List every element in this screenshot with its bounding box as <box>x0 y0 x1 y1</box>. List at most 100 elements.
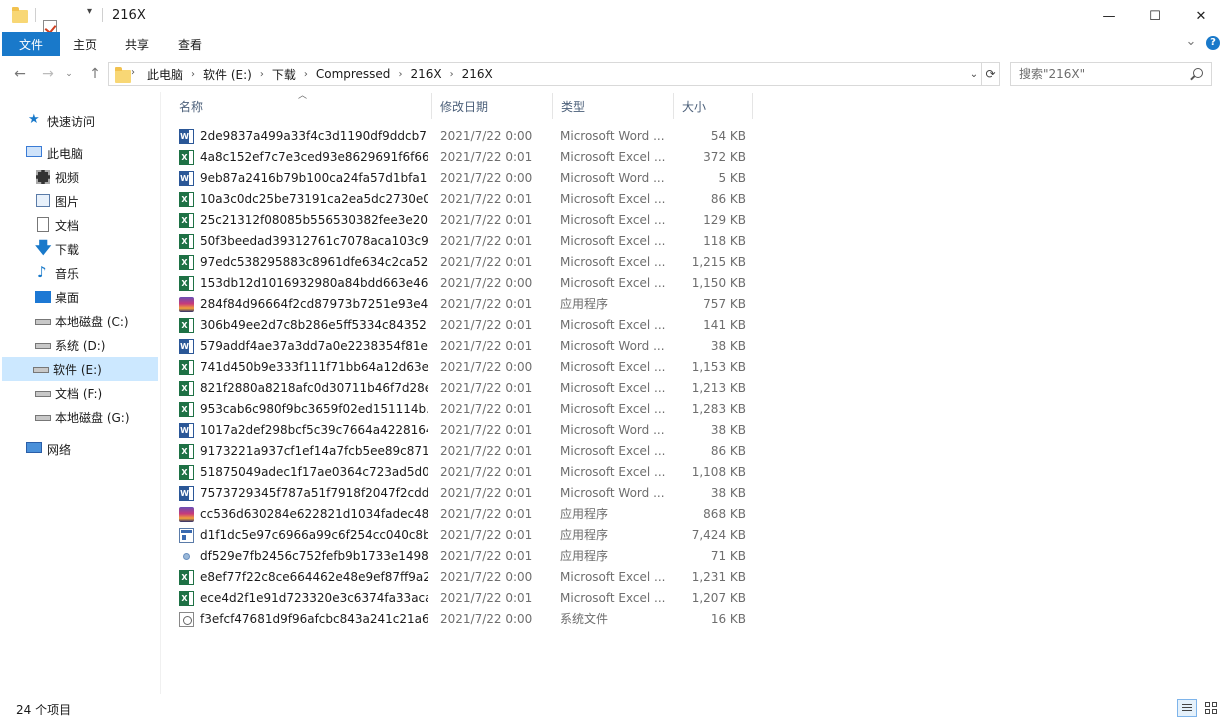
file-size: 141 KB <box>703 318 746 332</box>
tab-file[interactable]: 文件 <box>2 32 60 56</box>
table-row[interactable]: 284f84d96664f2cd87973b7251e93e4... 2021/7… <box>171 294 751 315</box>
column-header-size[interactable]: 大小 <box>674 93 753 119</box>
table-row[interactable]: 2de9837a499a33f4c3d1190df9ddcb7... 2021/7… <box>171 126 751 147</box>
word-document-icon <box>179 129 194 144</box>
tab-view[interactable]: 查看 <box>171 32 209 56</box>
file-name: 9eb87a2416b79b100ca24fa57d1bfa1... <box>200 171 428 185</box>
table-row[interactable]: 1017a2def298bcf5c39c7664a4228164... 2021/… <box>171 420 751 441</box>
desktop-icon <box>35 291 51 303</box>
tab-share[interactable]: 共享 <box>118 32 156 56</box>
excel-document-icon <box>179 465 194 480</box>
tab-home[interactable]: 主页 <box>66 32 104 56</box>
table-row[interactable]: 51875049adec1f17ae0364c723ad5d0... 2021/7… <box>171 462 751 483</box>
large-icons-view-button[interactable] <box>1201 699 1221 717</box>
table-row[interactable]: 306b49ee2d7c8b286e5ff5334c84352... 2021/7… <box>171 315 751 336</box>
nav-label: 音乐 <box>55 266 80 281</box>
file-name: 741d450b9e333f111f71bb64a12d63e... <box>200 360 428 374</box>
table-row[interactable]: ece4d2f1e91d723320e3c6374fa33aca... 2021/… <box>171 588 751 609</box>
back-button[interactable]: ← <box>10 64 30 84</box>
breadcrumb-216x-current[interactable]: 216X <box>456 67 499 81</box>
details-view-button[interactable] <box>1177 699 1197 717</box>
table-row[interactable]: 579addf4ae37a3dd7a0e2238354f81e... 2021/7… <box>171 336 751 357</box>
table-row[interactable]: 50f3beedad39312761c7078aca103c9... 2021/7… <box>171 231 751 252</box>
table-row[interactable]: 4a8c152ef7c7e3ced93e8629691f6f66... 2021/… <box>171 147 751 168</box>
breadcrumb-downloads[interactable]: 下载 <box>266 66 302 83</box>
column-header-type[interactable]: 类型 <box>553 93 674 119</box>
table-row[interactable]: e8ef77f22c8ce664462e48e9ef87ff9a2... 2021… <box>171 567 751 588</box>
table-row[interactable]: 741d450b9e333f111f71bb64a12d63e... 2021/7… <box>171 357 751 378</box>
chevron-right-icon[interactable]: › <box>258 69 266 80</box>
nav-label: 此电脑 <box>47 146 84 161</box>
address-dropdown-button[interactable]: ⌄ <box>966 64 982 84</box>
nav-drive-c[interactable]: 本地磁盘 (C:) <box>2 309 158 333</box>
column-header-name[interactable]: 名称 <box>171 93 432 119</box>
table-row[interactable]: 821f2880a8218afc0d30711b46f7d28e... 2021/… <box>171 378 751 399</box>
forward-button[interactable]: → <box>38 64 58 84</box>
table-row[interactable]: 10a3c0dc25be73191ca2ea5dc2730e0... 2021/7… <box>171 189 751 210</box>
table-row[interactable]: 7573729345f787a51f7918f2047f2cdd... 2021/… <box>171 483 751 504</box>
table-row[interactable]: 25c21312f08085b556530382fee3e20... 2021/7… <box>171 210 751 231</box>
nav-quick-access[interactable]: ★ 快速访问 <box>2 109 158 133</box>
nav-videos[interactable]: 视频 <box>2 165 158 189</box>
details-view-icon <box>1182 704 1192 705</box>
table-row[interactable]: cc536d630284e622821d1034fadec48... 2021/7… <box>171 504 751 525</box>
drive-icon <box>33 367 49 373</box>
file-date: 2021/7/22 0:01 <box>440 339 533 353</box>
table-row[interactable]: 153db12d1016932980a84bdd663e46... 2021/7/… <box>171 273 751 294</box>
table-row[interactable]: 9173221a937cf1ef14a7fcb5ee89c871... 2021/… <box>171 441 751 462</box>
table-row[interactable]: d1f1dc5e97c6966a99c6f254cc040c8b... 2021/… <box>171 525 751 546</box>
pane-divider[interactable] <box>160 92 161 694</box>
folder-icon <box>12 7 28 23</box>
nav-network[interactable]: 网络 <box>2 437 158 461</box>
ribbon-expand-icon[interactable]: ⌄ <box>1183 34 1199 52</box>
minimize-button[interactable]: — <box>1086 0 1132 32</box>
nav-drive-f[interactable]: 文档 (F:) <box>2 381 158 405</box>
music-icon: ♪ <box>37 263 47 281</box>
column-header-date[interactable]: 修改日期 <box>432 93 553 119</box>
nav-desktop[interactable]: 桌面 <box>2 285 158 309</box>
table-row[interactable]: 9eb87a2416b79b100ca24fa57d1bfa1... 2021/7… <box>171 168 751 189</box>
chevron-right-icon[interactable]: › <box>396 69 404 80</box>
file-name: 9173221a937cf1ef14a7fcb5ee89c871... <box>200 444 428 458</box>
chevron-right-icon[interactable]: › <box>448 69 456 80</box>
nav-music[interactable]: ♪ 音乐 <box>2 261 158 285</box>
table-row[interactable]: 97edc538295883c8961dfe634c2ca52... 2021/7… <box>171 252 751 273</box>
nav-drive-e[interactable]: 软件 (E:) <box>2 357 158 381</box>
nav-downloads[interactable]: 🡇 下载 <box>2 237 158 261</box>
search-icon[interactable] <box>1193 68 1203 78</box>
system-file-icon <box>179 612 194 627</box>
help-icon[interactable]: ? <box>1206 36 1220 50</box>
nav-documents[interactable]: 文档 <box>2 213 158 237</box>
customize-toolbar-icon[interactable]: ▾ <box>87 6 92 17</box>
search-input[interactable] <box>1019 66 1189 82</box>
breadcrumb-compressed[interactable]: Compressed <box>310 67 397 81</box>
up-button[interactable]: ↑ <box>85 64 105 84</box>
breadcrumb-216x[interactable]: 216X <box>404 67 447 81</box>
search-box[interactable] <box>1010 62 1212 86</box>
nav-drive-d[interactable]: 系统 (D:) <box>2 333 158 357</box>
breadcrumb-this-pc[interactable]: 此电脑 <box>141 66 189 83</box>
file-type: 应用程序 <box>560 297 609 311</box>
table-row[interactable]: df529e7fb2456c752fefb9b1733e1498... 2021/… <box>171 546 751 567</box>
maximize-button[interactable]: ☐ <box>1132 0 1178 32</box>
nav-pictures[interactable]: 图片 <box>2 189 158 213</box>
refresh-button[interactable]: ⟳ <box>982 62 1000 86</box>
table-row[interactable]: f3efcf47681d9f96afcbc843a241c21a6... 2021… <box>171 609 751 630</box>
nav-this-pc[interactable]: 此电脑 <box>2 141 158 165</box>
breadcrumb-drive-e[interactable]: 软件 (E:) <box>197 66 258 83</box>
application-icon <box>179 507 194 522</box>
file-date: 2021/7/22 0:01 <box>440 318 533 332</box>
word-document-icon <box>179 423 194 438</box>
chevron-right-icon[interactable]: › <box>302 69 310 80</box>
address-bar[interactable]: › 此电脑 › 软件 (E:) › 下载 › Compressed › 216X… <box>108 62 982 86</box>
excel-document-icon <box>179 255 194 270</box>
chevron-right-icon[interactable]: › <box>189 69 197 80</box>
file-size: 7,424 KB <box>691 528 746 542</box>
nav-drive-g[interactable]: 本地磁盘 (G:) <box>2 405 158 429</box>
file-type: Microsoft Excel ... <box>560 360 666 374</box>
recent-locations-button[interactable]: ⌄ <box>59 64 79 84</box>
file-date: 2021/7/22 0:00 <box>440 171 533 185</box>
close-button[interactable]: ✕ <box>1178 0 1224 32</box>
table-row[interactable]: 953cab6c980f9bc3659f02ed151114b... 2021/7… <box>171 399 751 420</box>
excel-document-icon <box>179 213 194 228</box>
